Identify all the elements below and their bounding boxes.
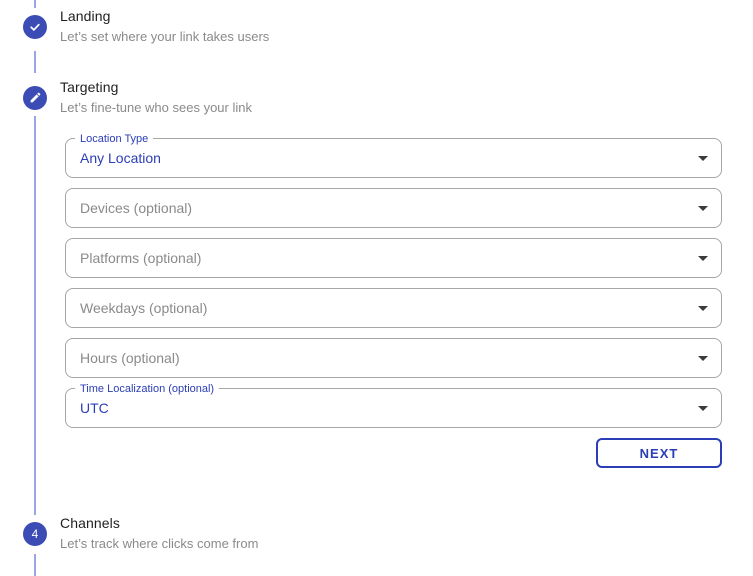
step-targeting-text: Targeting Let’s fine-tune who sees your … [60, 79, 252, 116]
step-targeting-description: Let’s fine-tune who sees your link [60, 100, 252, 115]
chevron-down-icon [698, 206, 708, 211]
step-channels-number: 4 [31, 526, 39, 541]
step-targeting-title: Targeting [60, 79, 119, 95]
stepper-connector [34, 51, 36, 73]
chevron-down-icon [698, 156, 708, 161]
platforms-select[interactable]: Platforms (optional) [65, 238, 722, 278]
chevron-down-icon [698, 256, 708, 261]
check-icon [23, 14, 47, 39]
step-targeting[interactable]: Targeting Let’s fine-tune who sees your … [0, 79, 753, 116]
step-channels[interactable]: 4 Channels Let’s track where clicks come… [0, 515, 753, 552]
targeting-step-body: Location Type Any Location Devices (opti… [0, 116, 753, 515]
link-setup-wizard: Landing Let’s set where your link takes … [0, 0, 753, 576]
step-channels-title: Channels [60, 515, 120, 531]
step-channels-text: Channels Let’s track where clicks come f… [60, 515, 258, 552]
step-landing[interactable]: Landing Let’s set where your link takes … [0, 8, 753, 45]
step-channels-description: Let’s track where clicks come from [60, 536, 259, 551]
devices-placeholder: Devices (optional) [80, 200, 193, 216]
stepper-connector-active [34, 116, 36, 515]
hours-select[interactable]: Hours (optional) [65, 338, 722, 378]
time-localization-select[interactable]: Time Localization (optional) UTC [65, 382, 722, 428]
targeting-form: Location Type Any Location Devices (opti… [65, 132, 722, 468]
weekdays-placeholder: Weekdays (optional) [80, 300, 208, 316]
time-localization-value: UTC [80, 400, 109, 416]
pencil-icon [23, 85, 47, 110]
platforms-placeholder: Platforms (optional) [80, 250, 202, 266]
chevron-down-icon [698, 356, 708, 361]
form-actions: NEXT [65, 438, 722, 468]
location-type-value: Any Location [80, 150, 161, 166]
stepper-connector-top [34, 0, 36, 8]
step-number-icon: 4 [23, 521, 47, 546]
step-landing-text: Landing Let’s set where your link takes … [60, 8, 269, 45]
next-button[interactable]: NEXT [596, 438, 722, 468]
devices-select[interactable]: Devices (optional) [65, 188, 722, 228]
location-type-select[interactable]: Location Type Any Location [65, 132, 722, 178]
hours-placeholder: Hours (optional) [80, 350, 180, 366]
time-localization-label: Time Localization (optional) [75, 382, 220, 396]
step-landing-title: Landing [60, 8, 111, 24]
chevron-down-icon [698, 306, 708, 311]
weekdays-select[interactable]: Weekdays (optional) [65, 288, 722, 328]
stepper-connector-bottom [34, 554, 36, 576]
location-type-label: Location Type [75, 132, 154, 146]
step-landing-description: Let’s set where your link takes users [60, 29, 270, 44]
chevron-down-icon [698, 406, 708, 411]
